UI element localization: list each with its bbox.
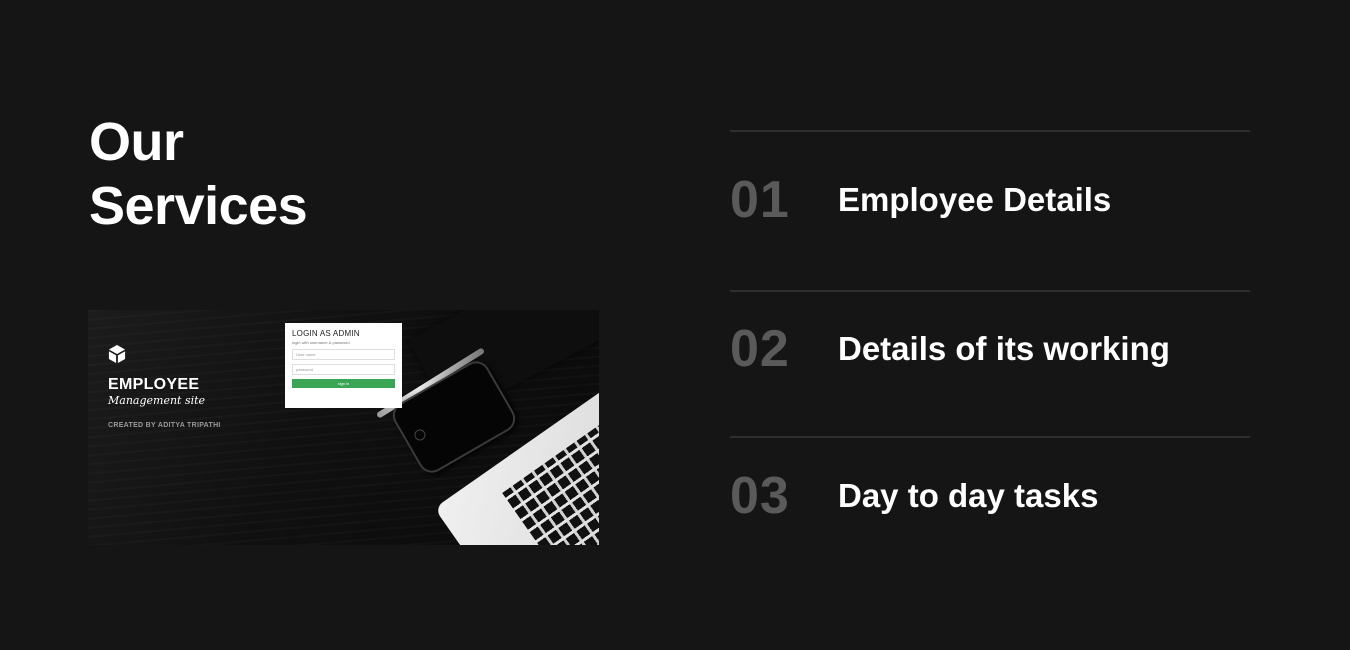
username-field: User name [292,349,395,360]
service-title[interactable]: Employee Details [838,180,1111,220]
divider [730,130,1250,132]
service-number: 02 [730,320,790,378]
preview-credit: CREATED BY ADITYA TRIPATHI [108,422,221,429]
password-field: password [292,364,395,375]
login-hint: login with username & password [292,340,350,345]
service-title[interactable]: Details of its working [838,329,1170,369]
preview-subbrand: Management site [108,394,206,407]
divider [730,436,1250,438]
login-title: LOGIN AS ADMIN [292,329,360,338]
divider [730,290,1250,292]
cube-icon [108,345,126,363]
page-title-line-2: Services [89,176,308,236]
preview-brand: EMPLOYEE [108,376,200,393]
app-preview-image: EMPLOYEE Management site CREATED BY ADIT… [88,310,599,545]
page-title-line-1: Our [89,112,184,172]
service-number: 01 [730,171,790,229]
service-title[interactable]: Day to day tasks [838,476,1098,516]
sign-in-button: sign in [292,379,395,388]
page-title: Our Services [89,110,308,238]
page: Our Services EMPLOYEE Management site CR… [0,0,1350,650]
service-number: 03 [730,467,790,525]
login-card: LOGIN AS ADMIN login with username & pas… [285,323,402,408]
